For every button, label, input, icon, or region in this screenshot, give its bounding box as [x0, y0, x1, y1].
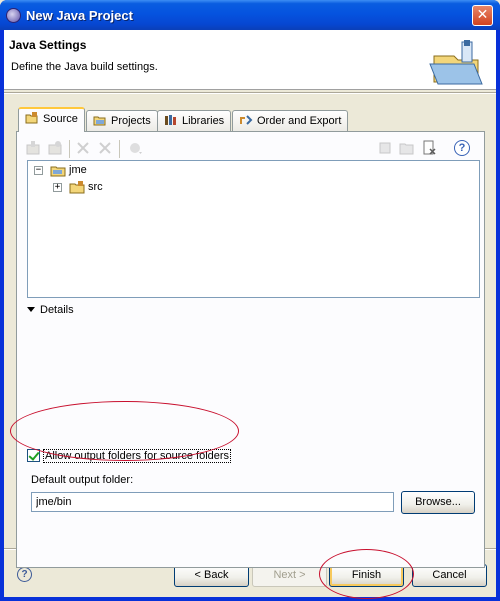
- details-label: Details: [40, 304, 74, 316]
- header-separator: [4, 92, 496, 94]
- open-folder-icon[interactable]: [399, 140, 415, 156]
- libraries-icon: [165, 115, 176, 125]
- triangle-down-icon: [27, 307, 35, 312]
- tab-source[interactable]: Source: [18, 107, 85, 132]
- wizard-banner: Java Settings Define the Java build sett…: [4, 30, 496, 90]
- help-icon[interactable]: ?: [17, 567, 32, 582]
- include-icon[interactable]: [75, 140, 91, 156]
- allow-output-folders-checkbox[interactable]: [27, 449, 40, 462]
- page-title: Java Settings: [9, 38, 87, 52]
- allow-output-folders-option[interactable]: Allow output folders for source folders: [27, 449, 232, 463]
- tab-label: Libraries: [182, 115, 225, 127]
- source-folder-tree[interactable]: − jme + src: [27, 160, 480, 298]
- source-folder-icon: [69, 181, 85, 194]
- exclude-icon[interactable]: [97, 140, 113, 156]
- configure-build-path-icon[interactable]: [127, 140, 143, 156]
- dialog-client-area: Java Settings Define the Java build sett…: [4, 30, 496, 597]
- toolbar-separator: [69, 140, 70, 158]
- edit-icon[interactable]: [377, 140, 393, 156]
- link-source-icon[interactable]: [47, 140, 63, 156]
- source-tab-panel: ? − jme + src Details Allow output folde…: [16, 131, 485, 568]
- page-description: Define the Java build settings.: [11, 61, 158, 73]
- remove-icon[interactable]: [421, 140, 437, 156]
- close-button[interactable]: ✕: [472, 5, 493, 26]
- source-folder-icon: [25, 112, 38, 124]
- tab-label: Source: [43, 113, 78, 125]
- details-toggle[interactable]: Details: [27, 304, 74, 316]
- add-source-folder-icon[interactable]: [25, 140, 41, 156]
- tab-label: Projects: [111, 115, 151, 127]
- tab-projects[interactable]: Projects: [86, 110, 158, 131]
- java-project-wizard-icon: [429, 40, 483, 85]
- expand-icon[interactable]: +: [53, 183, 62, 192]
- title-bar[interactable]: New Java Project ✕: [0, 0, 500, 30]
- order-export-icon: [240, 115, 253, 125]
- window-bottom-border: [0, 597, 500, 601]
- default-output-folder-label: Default output folder:: [31, 474, 134, 486]
- window-title: New Java Project: [26, 8, 133, 23]
- tree-item-label: src: [88, 181, 103, 193]
- collapse-icon[interactable]: −: [34, 166, 43, 175]
- allow-output-folders-label[interactable]: Allow output folders for source folders: [43, 449, 232, 463]
- dialog-window: New Java Project ✕ Java Settings Define …: [0, 0, 500, 601]
- tab-libraries[interactable]: Libraries: [157, 110, 232, 131]
- tree-item-src[interactable]: + src: [28, 180, 228, 196]
- projects-icon: [93, 116, 106, 126]
- default-output-folder-input[interactable]: [31, 492, 394, 512]
- tree-item-label: jme: [69, 164, 87, 176]
- source-toolbar: ?: [25, 137, 476, 161]
- tab-label: Order and Export: [257, 115, 342, 127]
- eclipse-icon: [6, 8, 21, 23]
- tree-item-jme[interactable]: − jme: [28, 163, 228, 179]
- browse-button[interactable]: Browse...: [401, 491, 475, 514]
- tab-order-and-export[interactable]: Order and Export: [232, 110, 349, 131]
- toolbar-separator: [119, 140, 120, 158]
- project-folder-icon: [50, 166, 66, 177]
- help-icon[interactable]: ?: [454, 140, 470, 156]
